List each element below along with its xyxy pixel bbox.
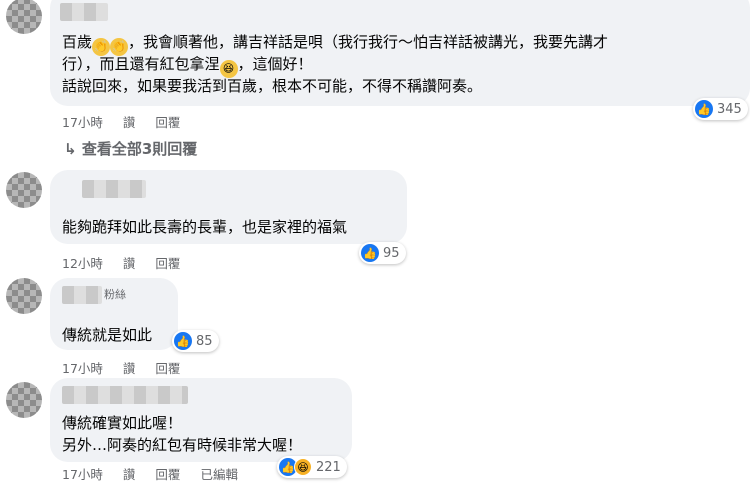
commenter-name[interactable]: [82, 180, 146, 198]
avatar[interactable]: [6, 382, 42, 418]
reaction-count[interactable]: 👍 345: [693, 98, 748, 120]
comment-text: 傳統確實如此喔！: [62, 412, 182, 434]
view-all-replies[interactable]: ↳ 查看全部3則回覆: [64, 138, 197, 159]
fan-badge: 粉絲: [104, 288, 126, 301]
like-button[interactable]: 讚: [123, 256, 136, 271]
avatar[interactable]: [6, 0, 42, 34]
reply-button[interactable]: 回覆: [155, 256, 180, 271]
reply-button[interactable]: 回覆: [155, 361, 180, 376]
reaction-number: 85: [196, 333, 213, 349]
view-all-label: 查看全部3則回覆: [81, 140, 198, 158]
comment-line: 另外…阿奏的紅包有時候非常大喔！: [62, 436, 303, 454]
avatar[interactable]: [6, 278, 42, 314]
comment-meta: 17小時讚回覆 已編輯: [62, 464, 258, 483]
like-icon: 👍: [695, 100, 713, 118]
comment-line: ，我會順著他，講吉祥話是唄（我行我行～怕吉祥話被講光，我要先講才: [128, 33, 609, 51]
comment-line: 百歲: [62, 33, 93, 51]
comment-line: 話說回來，如果要我活到百歲，根本不可能，不得不稱讚阿奏。: [62, 77, 483, 95]
haha-icon: 😆: [294, 458, 312, 476]
comment-line: 傳統就是如此: [62, 326, 153, 344]
reaction-count[interactable]: 👍 95: [359, 242, 406, 264]
comment-text: 能夠跪拜如此長壽的長輩，也是家裡的福氣: [62, 216, 347, 238]
comment-line: 行），而且還有紅包拿涅: [62, 55, 220, 73]
reaction-number: 345: [717, 101, 742, 117]
commenter-name[interactable]: [62, 286, 102, 304]
reply-arrow-icon: ↳: [64, 140, 77, 158]
reaction-count[interactable]: 👍 😆 221: [277, 456, 347, 478]
comment-text: 傳統就是如此: [62, 324, 152, 346]
comment-meta: 17小時 讚 回覆: [62, 358, 200, 377]
reaction-number: 221: [316, 459, 341, 475]
comment-text: 另外…阿奏的紅包有時候非常大喔！: [62, 434, 302, 456]
timestamp[interactable]: 17小時: [62, 115, 103, 130]
commenter-name[interactable]: [62, 386, 188, 404]
avatar[interactable]: [6, 172, 42, 208]
like-icon: 👍: [361, 244, 379, 262]
reaction-count[interactable]: 👍 85: [172, 330, 219, 352]
comment-line: 能夠跪拜如此長壽的長輩，也是家裡的福氣: [62, 218, 348, 236]
reaction-number: 95: [383, 245, 400, 261]
commenter-name[interactable]: [60, 3, 108, 21]
timestamp[interactable]: 12小時: [62, 256, 103, 271]
timestamp[interactable]: 17小時: [62, 361, 103, 376]
comment-line: ，這個好！: [237, 55, 313, 73]
comment-meta: 12小時 讚 回覆: [62, 253, 200, 272]
like-button[interactable]: 讚: [123, 361, 136, 376]
reply-button[interactable]: 回覆: [155, 115, 180, 130]
like-button[interactable]: 讚: [123, 115, 136, 130]
comment-line: 傳統確實如此喔！: [62, 414, 183, 432]
like-icon: 👍: [174, 332, 192, 350]
comment-text: 話說回來，如果要我活到百歲，根本不可能，不得不稱讚阿奏。: [62, 75, 482, 97]
comment-meta: 17小時 讚 回覆: [62, 112, 200, 131]
